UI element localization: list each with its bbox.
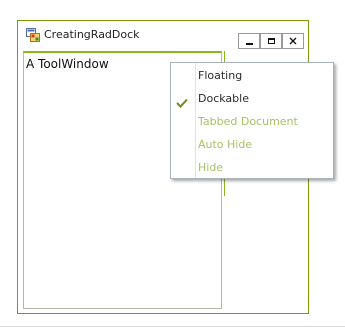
window-titlebar[interactable]: CreatingRadDock bbox=[18, 21, 308, 49]
window-title: CreatingRadDock bbox=[44, 28, 140, 41]
minimize-icon bbox=[246, 43, 253, 45]
dock-context-menu: Floating Dockable Tabbed Document Auto H… bbox=[170, 62, 334, 179]
menu-item-auto-hide[interactable]: Auto Hide bbox=[171, 133, 333, 156]
menu-item-tabbed-document[interactable]: Tabbed Document bbox=[171, 110, 333, 133]
close-button[interactable] bbox=[282, 33, 304, 49]
menu-item-dockable[interactable]: Dockable bbox=[171, 87, 333, 110]
bottom-divider bbox=[0, 326, 345, 327]
menu-item-floating[interactable]: Floating bbox=[171, 64, 333, 87]
menu-item-label: Auto Hide bbox=[198, 138, 253, 151]
minimize-button[interactable] bbox=[238, 33, 260, 49]
menu-item-hide[interactable]: Hide bbox=[171, 156, 333, 179]
menu-item-label: Hide bbox=[198, 161, 224, 174]
tool-window-title: A ToolWindow bbox=[26, 57, 109, 71]
maximize-button[interactable] bbox=[260, 33, 282, 49]
app-icon bbox=[26, 27, 40, 42]
menu-item-label: Tabbed Document bbox=[198, 115, 298, 128]
close-icon bbox=[289, 37, 297, 45]
menu-item-label: Floating bbox=[198, 69, 243, 82]
menu-item-label: Dockable bbox=[198, 92, 249, 105]
maximize-icon bbox=[268, 38, 275, 44]
